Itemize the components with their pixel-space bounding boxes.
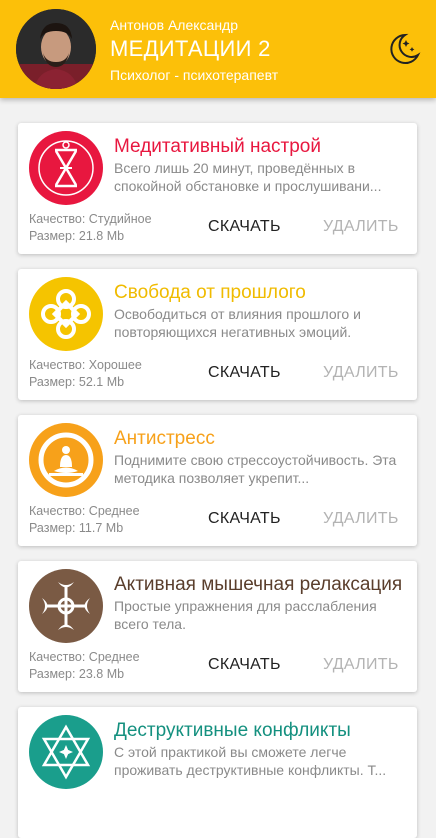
- moon-phases-cross-icon: [29, 569, 103, 643]
- card-title: Медитативный настрой: [114, 136, 321, 157]
- card-title: Свобода от прошлого: [114, 282, 306, 303]
- card-title: Деструктивные конфликты: [114, 720, 351, 741]
- card-description: С этой практикой вы сможете легче прожив…: [114, 744, 387, 778]
- meditation-card[interactable]: Свобода от прошлого Освободиться от влия…: [18, 269, 417, 400]
- card-size: Размер: 21.8 Mb: [29, 229, 125, 243]
- moon-stars-icon[interactable]: [385, 31, 421, 67]
- card-description: Простые упражнения для расслабления всег…: [114, 598, 377, 632]
- meditating-figure-icon: [29, 423, 103, 497]
- card-meta: Качество: Среднее Размер: 23.8 Mb: [29, 649, 140, 683]
- card-quality: Качество: Студийное: [29, 212, 152, 226]
- card-quality: Качество: Хорошее: [29, 358, 142, 372]
- author-profession: Психолог - психотерапевт: [110, 67, 279, 83]
- meditation-card[interactable]: Активная мышечная релаксация Простые упр…: [18, 561, 417, 692]
- download-button[interactable]: СКАЧАТЬ: [208, 510, 281, 528]
- card-meta: Качество: Хорошее Размер: 52.1 Mb: [29, 357, 142, 391]
- author-name: Антонов Александр: [110, 17, 239, 33]
- meditation-card[interactable]: Медитативный настрой Всего лишь 20 минут…: [18, 123, 417, 254]
- delete-button[interactable]: УДАЛИТЬ: [323, 218, 399, 236]
- card-size: Размер: 23.8 Mb: [29, 667, 125, 681]
- celtic-knot-icon: [29, 277, 103, 351]
- card-description: Всего лишь 20 минут, проведённых в споко…: [114, 160, 382, 194]
- app-header: Антонов Александр МЕДИТАЦИИ 2 Психолог -…: [0, 0, 436, 98]
- card-quality: Качество: Среднее: [29, 504, 140, 518]
- download-button[interactable]: СКАЧАТЬ: [208, 364, 281, 382]
- card-description: Поднимите свою стрессоустойчивость. Эта …: [114, 452, 397, 486]
- delete-button[interactable]: УДАЛИТЬ: [323, 510, 399, 528]
- meditation-card[interactable]: Антистресс Поднимите свою стрессоустойчи…: [18, 415, 417, 546]
- card-description: Освободиться от влияния прошлого и повто…: [114, 306, 361, 340]
- app-title: МЕДИТАЦИИ 2: [110, 36, 271, 61]
- card-title: Активная мышечная релаксация: [114, 574, 403, 595]
- card-size: Размер: 52.1 Mb: [29, 375, 125, 389]
- card-title: Антистресс: [114, 428, 215, 449]
- delete-button[interactable]: УДАЛИТЬ: [323, 656, 399, 674]
- meditation-card[interactable]: Деструктивные конфликты С этой практикой…: [18, 707, 417, 838]
- author-avatar: [16, 9, 96, 89]
- download-button[interactable]: СКАЧАТЬ: [208, 656, 281, 674]
- star-of-david-icon: [29, 715, 103, 789]
- card-meta: Качество: Среднее Размер: 11.7 Mb: [29, 503, 140, 537]
- card-meta: Качество: Студийное Размер: 21.8 Mb: [29, 211, 152, 245]
- card-size: Размер: 11.7 Mb: [29, 521, 124, 535]
- card-quality: Качество: Среднее: [29, 650, 140, 664]
- hourglass-symbol-icon: [29, 131, 103, 205]
- download-button[interactable]: СКАЧАТЬ: [208, 218, 281, 236]
- delete-button[interactable]: УДАЛИТЬ: [323, 364, 399, 382]
